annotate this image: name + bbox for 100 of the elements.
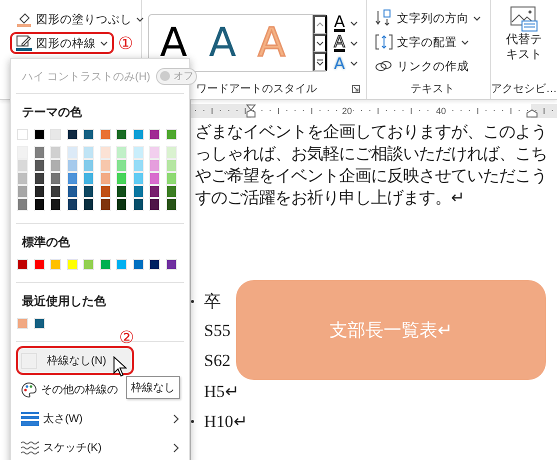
color-swatch[interactable] [83,146,94,159]
color-swatch[interactable] [166,259,176,270]
wordart-style[interactable]: A [198,20,247,66]
color-swatch[interactable] [116,259,127,270]
color-swatch[interactable] [166,185,176,198]
menu-item[interactable]: 太さ(W) [16,404,184,433]
list-text: S55 [204,321,230,341]
color-swatch[interactable] [66,146,78,159]
caret-icon [460,40,469,44]
color-swatch[interactable] [166,159,176,172]
ribbon-button[interactable]: 図形の枠線 [10,32,114,54]
color-swatch[interactable] [66,129,78,140]
color-swatch[interactable] [100,146,110,159]
color-swatch[interactable] [100,185,110,198]
color-swatch[interactable] [116,129,127,140]
color-swatch[interactable] [34,159,44,172]
color-swatch[interactable] [132,129,144,140]
color-swatch[interactable] [166,198,176,211]
chevron-right-icon [173,442,179,452]
color-swatch[interactable] [50,159,61,172]
color-swatch[interactable] [83,185,94,198]
scroll-up-button[interactable] [313,15,327,34]
color-swatch[interactable] [83,159,94,172]
color-swatch[interactable] [50,129,61,140]
text-style-button[interactable]: A [334,14,358,32]
color-swatch[interactable] [17,172,28,185]
color-swatch[interactable] [166,146,176,159]
list-text: H10↵ [204,410,248,432]
sketch-line-icon [21,440,39,454]
color-swatch[interactable] [34,146,44,159]
alt-text-button[interactable]: 代替テキスト [505,6,543,62]
color-swatch[interactable] [100,129,110,140]
menu-item[interactable]: スケッチ(K) [16,433,184,460]
menu-item[interactable]: 枠線なし(N) [16,346,134,375]
color-swatch[interactable] [50,146,61,159]
color-swatch[interactable] [100,172,110,185]
color-swatch[interactable] [17,185,28,198]
color-swatch[interactable] [166,129,176,140]
color-swatch[interactable] [66,185,78,198]
color-swatch[interactable] [100,259,110,270]
color-swatch[interactable] [149,198,160,211]
color-swatch[interactable] [34,129,44,140]
color-swatch[interactable] [66,172,78,185]
scroll-down-button[interactable] [313,34,327,52]
color-swatch[interactable] [116,185,127,198]
color-swatch[interactable] [83,259,94,270]
color-swatch[interactable] [17,259,28,270]
dialog-launcher-icon[interactable] [352,84,360,92]
color-swatch[interactable] [83,198,94,211]
color-swatch[interactable] [66,259,78,270]
ruler-number: 20 [341,106,354,116]
color-swatch[interactable] [116,198,127,211]
color-swatch[interactable] [149,146,160,159]
color-swatch[interactable] [34,185,44,198]
color-swatch[interactable] [132,198,144,211]
mouse-pointer-icon [113,356,127,377]
color-swatch[interactable] [132,259,144,270]
color-swatch[interactable] [100,198,110,211]
color-swatch[interactable] [149,185,160,198]
wordart-style[interactable]: A [149,20,198,66]
color-swatch[interactable] [149,159,160,172]
color-swatch[interactable] [83,172,94,185]
color-swatch[interactable] [132,159,144,172]
color-swatch[interactable] [17,198,28,211]
color-swatch[interactable] [50,198,61,211]
color-swatch[interactable] [149,259,160,270]
ribbon-button[interactable]: 図形の塗りつぶし [10,8,150,30]
color-swatch[interactable] [149,172,160,185]
color-swatch[interactable] [50,172,61,185]
text-style-button[interactable]: A [334,54,358,72]
color-swatch[interactable] [100,159,110,172]
color-swatch[interactable] [17,159,28,172]
color-swatch[interactable] [132,146,144,159]
color-swatch[interactable] [34,172,44,185]
text-style-button[interactable]: A [334,34,358,52]
color-swatch[interactable] [17,129,28,140]
color-swatch[interactable] [66,198,78,211]
color-swatch[interactable] [83,129,94,140]
ribbon-button[interactable]: 文字列の方向 [374,8,490,28]
color-swatch[interactable] [116,159,127,172]
indent-marker-icon[interactable] [526,109,538,118]
color-swatch[interactable] [116,172,127,185]
color-swatch[interactable] [17,318,28,329]
color-swatch[interactable] [34,198,44,211]
color-swatch[interactable] [50,185,61,198]
color-swatch[interactable] [17,146,28,159]
color-swatch[interactable] [116,146,127,159]
color-swatch[interactable] [166,172,176,185]
ribbon-button[interactable]: リンクの作成 [374,56,490,76]
color-swatch[interactable] [50,259,61,270]
color-swatch[interactable] [132,185,144,198]
color-swatch[interactable] [34,318,44,329]
expand-gallery-button[interactable] [313,52,327,72]
caret-icon [350,20,358,26]
color-swatch[interactable] [34,259,44,270]
color-swatch[interactable] [149,129,160,140]
ribbon-button[interactable]: 文字の配置 [374,32,490,52]
indent-marker-icon[interactable] [246,104,256,118]
color-swatch[interactable] [66,159,78,172]
color-swatch[interactable] [132,172,144,185]
